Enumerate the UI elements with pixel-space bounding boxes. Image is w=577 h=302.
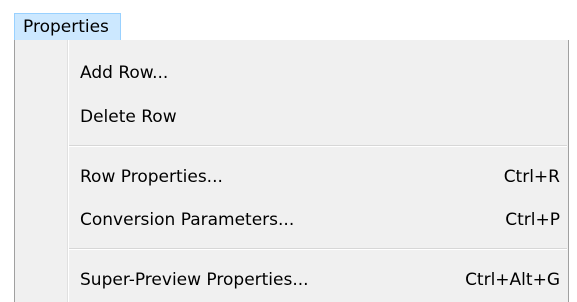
menubar: Properties bbox=[0, 0, 577, 44]
menubar-item-properties[interactable]: Properties bbox=[14, 13, 121, 41]
menu-item-conversion-parameters[interactable]: Conversion Parameters... Ctrl+P bbox=[75, 203, 560, 237]
menu-item-super-preview-properties[interactable]: Super-Preview Properties... Ctrl+Alt+G bbox=[75, 263, 560, 297]
properties-dropdown-menu: Add Row... Delete Row Row Properties... … bbox=[14, 40, 569, 302]
menu-item-label: Super-Preview Properties... bbox=[80, 270, 309, 290]
menu-item-label: Conversion Parameters... bbox=[80, 210, 295, 230]
menu-item-add-row[interactable]: Add Row... bbox=[75, 56, 560, 90]
menu-item-row-properties[interactable]: Row Properties... Ctrl+R bbox=[75, 160, 560, 194]
menu-separator bbox=[69, 145, 567, 147]
menu-item-shortcut: Ctrl+P bbox=[505, 210, 560, 230]
menu-item-label: Delete Row bbox=[80, 107, 177, 127]
menu-item-shortcut: Ctrl+R bbox=[503, 167, 560, 187]
menu-separator bbox=[69, 248, 567, 250]
menu-item-label: Add Row... bbox=[80, 63, 169, 83]
menu-item-shortcut: Ctrl+Alt+G bbox=[465, 270, 560, 290]
menu-item-delete-row[interactable]: Delete Row bbox=[75, 100, 560, 134]
icon-gutter-divider bbox=[67, 40, 69, 302]
menu-item-label: Row Properties... bbox=[80, 167, 223, 187]
